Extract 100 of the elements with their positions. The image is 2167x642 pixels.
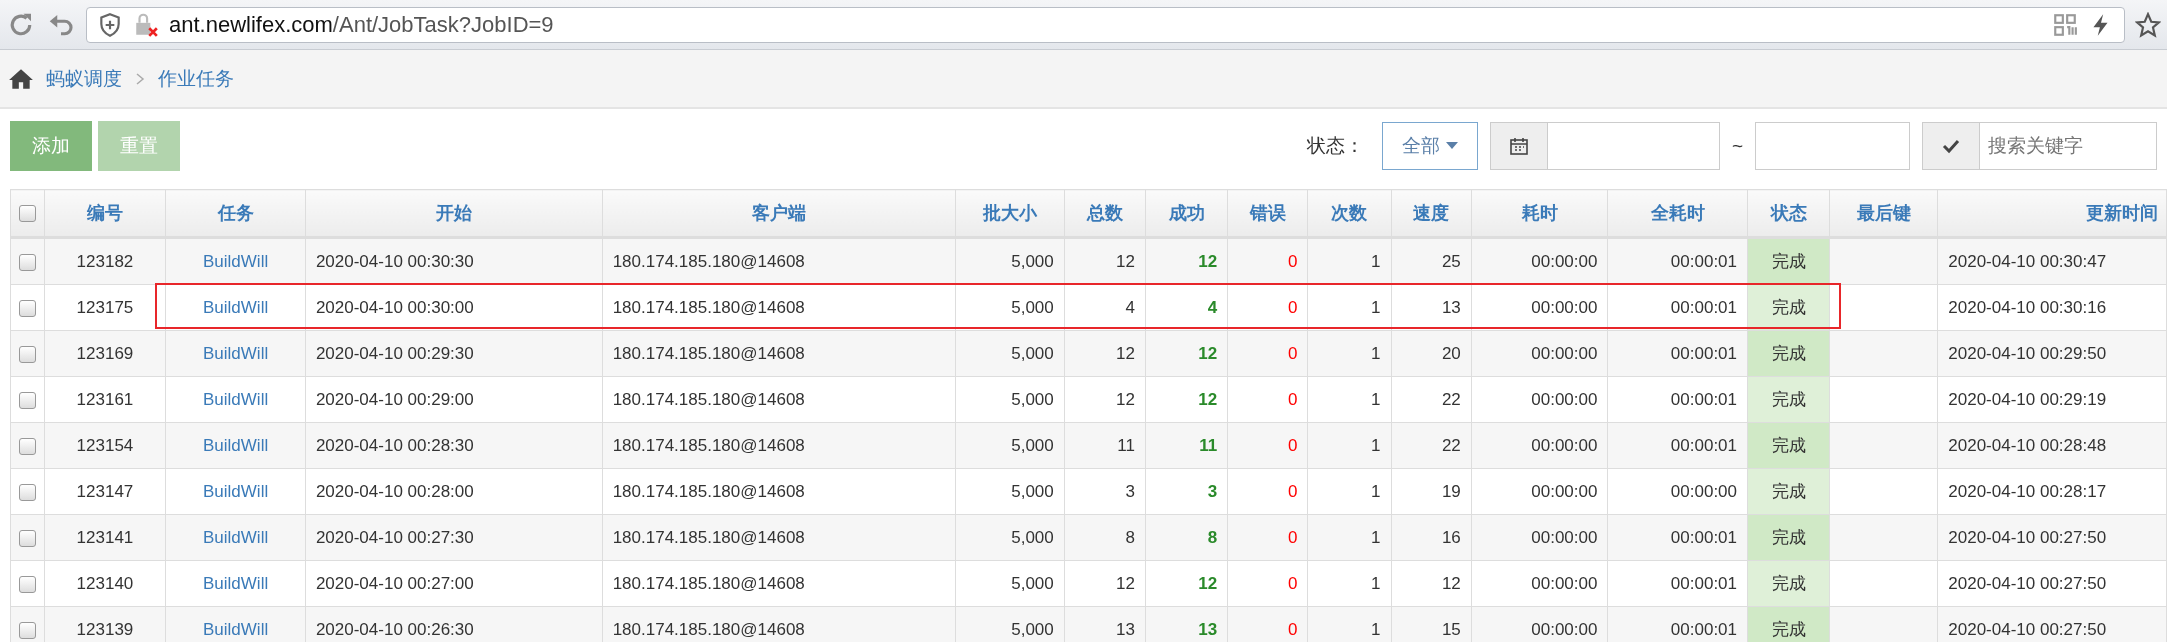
row-checkbox[interactable]	[18, 575, 36, 593]
breadcrumb-link[interactable]: 蚂蚁调度	[46, 65, 122, 92]
status-cell: 完成	[1747, 606, 1830, 642]
table-cell: 12	[1064, 376, 1146, 423]
table-cell: 2020-04-10 00:29:19	[1937, 376, 2167, 423]
row-checkbox[interactable]	[18, 483, 36, 501]
table-cell: 5,000	[955, 560, 1065, 607]
column-header[interactable]: 客户端	[602, 189, 956, 238]
qr-code-icon[interactable]	[2052, 11, 2078, 38]
caret-icon	[1445, 142, 1458, 150]
table-cell: 180.174.185.180@14608	[602, 514, 956, 561]
table-cell: 00:00:00	[1471, 284, 1608, 331]
table-cell: 16	[1391, 514, 1472, 561]
table-cell: 2020-04-10 00:28:48	[1937, 422, 2167, 469]
table-cell: 4	[1064, 284, 1146, 331]
column-header[interactable]: 编号	[44, 189, 166, 238]
url-host: ant.newlifex.com	[169, 11, 333, 38]
table-cell: 12	[1145, 560, 1228, 607]
table-cell: 1	[1307, 606, 1392, 642]
column-header[interactable]: 更新时间	[1937, 189, 2167, 238]
insecure-lock-icon	[133, 11, 159, 38]
column-header[interactable]: 成功	[1145, 189, 1228, 238]
table-cell: 3	[1064, 468, 1146, 515]
table-cell: 2020-04-10 00:26:30	[305, 606, 603, 642]
table-cell: 00:00:01	[1607, 606, 1748, 642]
table-cell: 0	[1227, 284, 1308, 331]
shield-icon	[97, 11, 123, 38]
table-cell: 123139	[44, 606, 166, 642]
column-header[interactable]: 最后键	[1829, 189, 1938, 238]
table-cell: 1	[1307, 560, 1392, 607]
row-checkbox[interactable]	[18, 529, 36, 547]
table-cell: 1	[1307, 514, 1392, 561]
table-cell: 5,000	[955, 606, 1065, 642]
task-link[interactable]: BuildWill	[203, 389, 269, 409]
task-link[interactable]: BuildWill	[203, 343, 269, 363]
task-link[interactable]: BuildWill	[203, 251, 269, 271]
row-checkbox[interactable]	[18, 345, 36, 363]
date-picker[interactable]	[1489, 122, 1720, 170]
column-header[interactable]: 次数	[1307, 189, 1392, 238]
table-cell: 0	[1227, 422, 1308, 469]
table-cell: 00:00:00	[1471, 237, 1608, 285]
table-cell: 00:00:00	[1607, 468, 1748, 515]
table-cell: 0	[1227, 330, 1308, 377]
column-header[interactable]: 速度	[1391, 189, 1472, 238]
column-header[interactable]: 全耗时	[1607, 189, 1748, 238]
address-bar[interactable]: ant.newlifex.com/Ant/JobTask?JobID=9	[86, 6, 2125, 43]
status-cell: 完成	[1747, 330, 1830, 377]
table-cell: 1	[1307, 330, 1392, 377]
row-checkbox[interactable]	[18, 621, 36, 639]
table-cell: 00:00:01	[1607, 560, 1748, 607]
table-cell: 2020-04-10 00:27:50	[1937, 514, 2167, 561]
table-cell: 19	[1391, 468, 1472, 515]
table-cell: 00:00:01	[1607, 422, 1748, 469]
chevron-icon	[134, 71, 146, 86]
table-cell: 00:00:00	[1471, 606, 1608, 642]
row-checkbox[interactable]	[18, 437, 36, 455]
table-cell: 1	[1307, 284, 1392, 331]
row-checkbox[interactable]	[18, 391, 36, 409]
row-checkbox[interactable]	[18, 253, 36, 271]
table-cell: 00:00:00	[1471, 468, 1608, 515]
column-header[interactable]: 状态	[1747, 189, 1830, 238]
row-checkbox[interactable]	[18, 299, 36, 317]
breadcrumb-link[interactable]: 作业任务	[158, 65, 234, 92]
table-cell: 5,000	[955, 376, 1065, 423]
table-cell: 2020-04-10 00:27:50	[1937, 606, 2167, 642]
task-link[interactable]: BuildWill	[203, 527, 269, 547]
table-cell: 123175	[44, 284, 166, 331]
select-all-checkbox[interactable]	[18, 205, 36, 223]
end-date-field[interactable]	[1755, 122, 1910, 170]
table-cell: 180.174.185.180@14608	[602, 606, 956, 642]
table-cell: 2020-04-10 00:29:00	[305, 376, 603, 423]
toolbar-button[interactable]: 添加	[10, 121, 92, 171]
table-cell: 12	[1391, 560, 1472, 607]
table-cell: 12	[1064, 560, 1146, 607]
task-link[interactable]: BuildWill	[203, 297, 269, 317]
calendar-icon	[1508, 136, 1529, 156]
column-header[interactable]: 总数	[1064, 189, 1146, 238]
status-dropdown[interactable]: 全部	[1381, 122, 1478, 170]
task-link[interactable]: BuildWill	[203, 481, 269, 501]
table-cell: 00:00:01	[1607, 376, 1748, 423]
table-cell: 5,000	[955, 330, 1065, 377]
search-box[interactable]: 搜索关键字	[1922, 122, 2157, 170]
table-cell: 3	[1145, 468, 1228, 515]
column-header[interactable]: 任务	[165, 189, 306, 238]
table-cell: 00:00:01	[1607, 330, 1748, 377]
status-cell: 完成	[1747, 422, 1830, 469]
column-header[interactable]: 开始	[305, 189, 603, 238]
task-link[interactable]: BuildWill	[203, 573, 269, 593]
column-header[interactable]: 耗时	[1471, 189, 1608, 238]
star-icon[interactable]	[2135, 11, 2161, 38]
table-cell: 123161	[44, 376, 166, 423]
status-cell: 完成	[1747, 514, 1830, 561]
table-cell: 1	[1307, 376, 1392, 423]
table-cell: 2020-04-10 00:28:17	[1937, 468, 2167, 515]
table-cell: 123169	[44, 330, 166, 377]
table-cell: 5,000	[955, 514, 1065, 561]
column-header[interactable]: 错误	[1227, 189, 1308, 238]
column-header[interactable]: 批大小	[955, 189, 1065, 238]
task-link[interactable]: BuildWill	[203, 435, 269, 455]
status-filter-label: 状态：	[1306, 134, 1364, 158]
